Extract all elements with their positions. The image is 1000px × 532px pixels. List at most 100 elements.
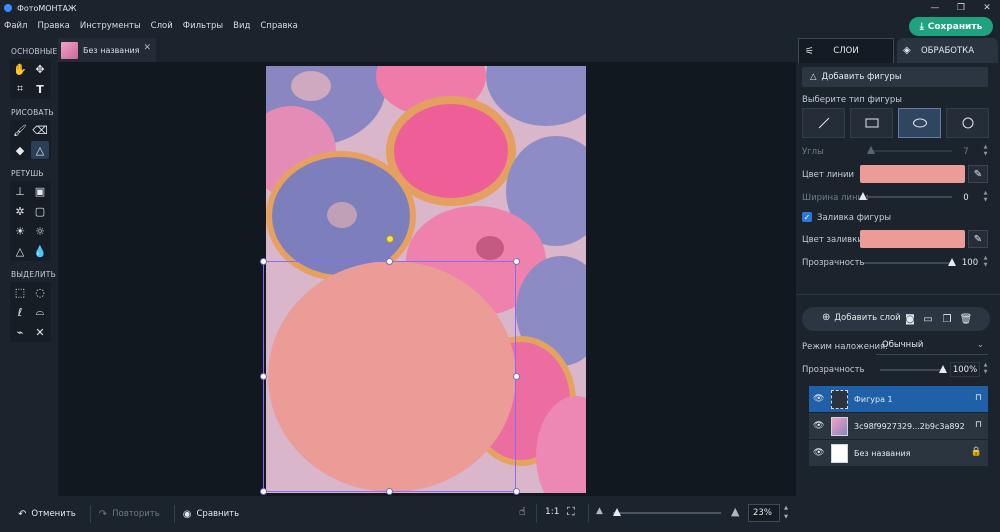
resize-handle-top-left[interactable]: [260, 258, 267, 265]
menu-view[interactable]: Вид: [233, 21, 250, 31]
gesture-icon[interactable]: ☝: [519, 505, 526, 518]
frame-tool-icon[interactable]: ▢: [31, 202, 49, 220]
zoom-slider-track[interactable]: [613, 512, 721, 514]
magic-brush-select-icon[interactable]: ⌁: [11, 323, 29, 341]
shape-type-line[interactable]: [802, 108, 845, 138]
magic-wand-icon[interactable]: ✕: [31, 323, 49, 341]
close-window-button[interactable]: ✕: [974, 0, 1000, 16]
healing-tool-icon[interactable]: ✲: [11, 202, 29, 220]
eye-icon[interactable]: 👁: [813, 421, 827, 431]
unlock-icon[interactable]: ⊓: [975, 393, 982, 403]
layer-opacity-slider-track[interactable]: [880, 369, 946, 371]
corners-value[interactable]: 7: [957, 144, 975, 159]
fill-shape-checkbox[interactable]: ✓: [802, 212, 812, 222]
resize-handle-bottom[interactable]: [386, 488, 393, 495]
minimize-button[interactable]: —: [922, 0, 948, 16]
crop-tool-icon[interactable]: ⌗: [11, 80, 29, 98]
rotation-handle[interactable]: [386, 235, 394, 243]
fill-bucket-tool-icon[interactable]: ◆: [11, 141, 29, 159]
text-tool-icon[interactable]: T: [31, 80, 49, 98]
eye-icon[interactable]: 👁: [813, 448, 827, 458]
resize-handle-bottom-left[interactable]: [260, 488, 267, 495]
line-width-spinner[interactable]: ▲ ▼: [982, 190, 989, 205]
lock-icon[interactable]: 🔒: [971, 447, 982, 457]
layer-row[interactable]: 👁 3c98f9927329...2b9c3a8926ae ⊓: [809, 413, 988, 439]
document-tab[interactable]: Без названия ✕: [58, 38, 156, 62]
corners-slider-track[interactable]: [868, 150, 952, 152]
line-width-slider-track[interactable]: [860, 196, 952, 198]
canvas-area[interactable]: [58, 62, 796, 496]
undo-button[interactable]: ↶ Отменить: [18, 504, 76, 524]
blur-drop-tool-icon[interactable]: 💧: [31, 242, 49, 260]
zoom-out-mountain-icon[interactable]: ▲: [596, 506, 603, 516]
line-color-swatch[interactable]: [860, 165, 965, 183]
shape-opacity-spinner[interactable]: ▲ ▼: [982, 255, 989, 270]
zoom-spinner[interactable]: ▲ ▼: [782, 504, 790, 522]
menu-tools[interactable]: Инструменты: [80, 21, 141, 31]
layer-mask-icon[interactable]: ◙: [903, 312, 917, 326]
resize-handle-bottom-right[interactable]: [513, 488, 520, 495]
stamp-tool-icon[interactable]: ⊥: [11, 182, 29, 200]
fill-color-swatch[interactable]: [860, 230, 965, 248]
compare-button[interactable]: ◉ Сравнить: [183, 504, 239, 524]
menu-file[interactable]: Файл: [4, 21, 27, 31]
zoom-in-mountain-icon[interactable]: ▲: [731, 505, 739, 518]
shape-opacity-value[interactable]: 100: [961, 255, 979, 270]
add-layer-button[interactable]: ⊕ Добавить слой: [822, 312, 901, 323]
zoom-slider-thumb[interactable]: [613, 508, 621, 516]
shape-type-circle[interactable]: [946, 108, 989, 138]
layer-opacity-value[interactable]: 100%: [950, 362, 980, 377]
tab-layers[interactable]: ⚟ СЛОИ: [798, 38, 894, 63]
trash-icon[interactable]: 🗑: [959, 312, 973, 326]
menu-filters[interactable]: Фильтры: [183, 21, 223, 31]
layer-row[interactable]: 👁 Без названия 🔒: [809, 440, 988, 466]
maximize-button[interactable]: ❐: [948, 0, 974, 16]
fit-to-screen-icon[interactable]: ⛶: [567, 505, 575, 519]
corners-spinner[interactable]: ▲ ▼: [982, 144, 989, 159]
duplicate-layer-icon[interactable]: ❐: [940, 312, 954, 326]
eraser-tool-icon[interactable]: ⌫: [31, 121, 49, 139]
unlock-icon[interactable]: ⊓: [975, 420, 982, 430]
shape-type-rectangle[interactable]: [850, 108, 893, 138]
resize-handle-right[interactable]: [513, 373, 520, 380]
line-width-slider-thumb[interactable]: [859, 192, 867, 200]
resize-handle-left[interactable]: [260, 373, 267, 380]
menu-help[interactable]: Справка: [260, 21, 297, 31]
close-tab-icon[interactable]: ✕: [143, 43, 151, 53]
dodge-tool-icon[interactable]: ☼: [31, 222, 49, 240]
resize-handle-top[interactable]: [386, 258, 393, 265]
menu-edit[interactable]: Правка: [37, 21, 69, 31]
shape-type-ellipse[interactable]: [898, 108, 941, 138]
move-tool-icon[interactable]: ✥: [31, 60, 49, 78]
brush-tool-icon[interactable]: 🖌: [11, 121, 29, 139]
corners-slider-thumb[interactable]: [867, 146, 875, 154]
blend-mode-select[interactable]: Обычный ⌄: [876, 340, 988, 355]
shapes-tool-icon[interactable]: △: [31, 141, 49, 159]
brightness-tool-icon[interactable]: ☀: [11, 222, 29, 240]
layer-row[interactable]: 👁 Фигура 1 ⊓: [809, 386, 988, 412]
shape-bounding-box[interactable]: [263, 261, 516, 492]
folder-icon[interactable]: ▭: [921, 312, 935, 326]
rect-select-icon[interactable]: ⬚: [11, 283, 29, 301]
eye-icon[interactable]: 👁: [813, 394, 827, 404]
line-width-value[interactable]: 0: [957, 190, 975, 205]
redo-button[interactable]: ↷ Повторить: [99, 504, 160, 524]
resize-handle-top-right[interactable]: [513, 258, 520, 265]
hand-tool-icon[interactable]: ✋: [11, 60, 29, 78]
menu-layer[interactable]: Слой: [151, 21, 173, 31]
sharpen-tool-icon[interactable]: △: [11, 242, 29, 260]
add-shapes-button[interactable]: △ Добавить фигуры: [802, 67, 988, 87]
fill-color-eyedropper-icon[interactable]: ✎: [968, 230, 988, 248]
save-button[interactable]: ⤓ Сохранить: [909, 17, 993, 36]
ellipse-select-icon[interactable]: ◌: [31, 283, 49, 301]
layer-opacity-spinner[interactable]: ▲ ▼: [982, 362, 989, 377]
line-color-eyedropper-icon[interactable]: ✎: [968, 165, 988, 183]
zoom-input[interactable]: 23%: [748, 504, 780, 522]
lasso-select-icon[interactable]: ℓ: [11, 303, 29, 321]
polygon-lasso-icon[interactable]: ⌓: [31, 303, 49, 321]
layer-opacity-slider-thumb[interactable]: [939, 365, 947, 373]
tab-processing[interactable]: ◈ ОБРАБОТКА: [897, 38, 998, 63]
actual-size-button[interactable]: 1:1: [545, 507, 559, 517]
shape-opacity-slider-thumb[interactable]: [948, 258, 956, 266]
patch-tool-icon[interactable]: ▣: [31, 182, 49, 200]
